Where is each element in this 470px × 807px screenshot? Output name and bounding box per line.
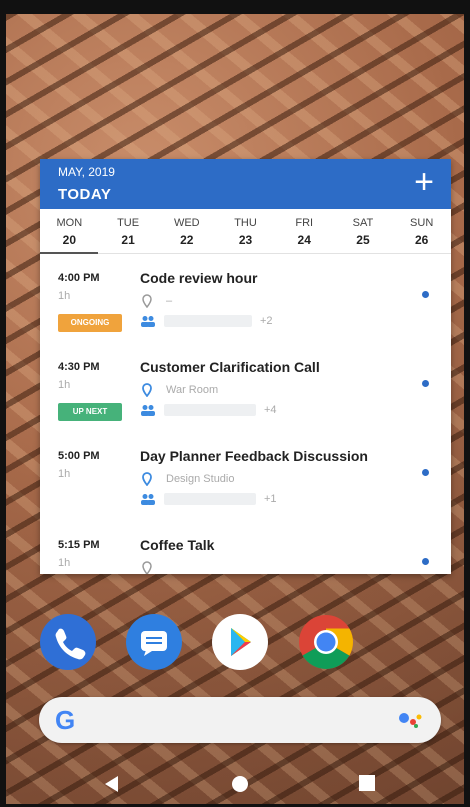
day-name: SUN	[410, 217, 434, 229]
day-sun[interactable]: SUN 26	[392, 209, 451, 253]
people-icon	[141, 494, 155, 505]
day-fri[interactable]: FRI 24	[275, 209, 334, 253]
calendar-color-dot	[422, 558, 429, 565]
phone-app[interactable]	[40, 614, 96, 670]
day-date: 20	[62, 233, 77, 247]
attendee-names-redacted	[164, 315, 252, 327]
event-item[interactable]: 4:00 PM 1h ONGOING Code review hour – +2	[40, 254, 451, 343]
event-attendees: +4	[140, 404, 277, 416]
calendar-color-dot	[422, 469, 429, 476]
event-time: 5:15 PM	[58, 539, 100, 551]
day-date: 23	[238, 233, 253, 247]
day-mon[interactable]: MON 20	[40, 209, 99, 253]
day-name: FRI	[295, 217, 314, 229]
extra-attendees: +1	[264, 493, 277, 505]
day-date: 26	[414, 233, 429, 247]
attendee-names-redacted	[164, 493, 256, 505]
phone-icon	[55, 628, 86, 660]
day-name: WED	[173, 217, 200, 229]
home-icon[interactable]	[230, 774, 250, 794]
status-badge: UP NEXT	[58, 403, 122, 421]
week-strip: MON 20 TUE 21 WED 22 THU 23 FRI 24 SAT 2…	[40, 209, 451, 254]
day-date: 21	[121, 233, 135, 247]
event-location	[140, 561, 166, 574]
day-tue[interactable]: TUE 21	[99, 209, 158, 253]
navigation-bar	[6, 764, 464, 804]
extra-attendees: +4	[264, 404, 277, 416]
chrome-icon	[299, 615, 354, 669]
event-title: Day Planner Feedback Discussion	[140, 448, 368, 464]
day-name: TUE	[117, 217, 140, 229]
people-icon	[141, 405, 155, 416]
people-icon	[141, 316, 155, 327]
event-location: War Room	[140, 383, 218, 397]
event-location: –	[140, 294, 172, 308]
event-duration: 1h	[58, 557, 71, 569]
event-duration: 1h	[58, 379, 71, 391]
event-item[interactable]: 5:00 PM 1h Day Planner Feedback Discussi…	[40, 432, 451, 521]
attendee-names-redacted	[164, 404, 256, 416]
day-name: SAT	[352, 217, 374, 229]
extra-attendees: +2	[260, 315, 273, 327]
day-name: THU	[234, 217, 257, 229]
app-dock	[6, 614, 464, 674]
google-logo: G	[55, 705, 76, 735]
month-label: MAY, 2019	[58, 165, 115, 179]
google-search-bar[interactable]: G	[39, 697, 441, 743]
location-pin-icon	[142, 383, 152, 397]
event-title: Customer Clarification Call	[140, 359, 320, 375]
day-sat[interactable]: SAT 25	[334, 209, 393, 253]
event-item[interactable]: 5:15 PM 1h Coffee Talk	[40, 521, 451, 574]
play-store-icon	[231, 628, 251, 656]
back-icon[interactable]	[102, 774, 120, 794]
messages-icon	[141, 631, 167, 656]
event-attendees: +2	[140, 315, 273, 327]
widget-header: MAY, 2019 TODAY +	[40, 159, 451, 209]
play-store-app[interactable]	[212, 614, 268, 670]
event-time: 4:30 PM	[58, 361, 100, 373]
google-assistant-icon[interactable]	[397, 711, 423, 729]
status-badge: ONGOING	[58, 314, 122, 332]
chrome-app[interactable]	[298, 614, 354, 670]
event-time: 5:00 PM	[58, 450, 100, 462]
home-screen: MAY, 2019 TODAY + MON 20 TUE 21 WED 22 T…	[6, 14, 464, 804]
messages-app[interactable]	[126, 614, 182, 670]
location-pin-icon	[142, 472, 152, 486]
recents-icon[interactable]	[358, 774, 376, 792]
event-duration: 1h	[58, 468, 71, 480]
event-item[interactable]: 4:30 PM 1h UP NEXT Customer Clarificatio…	[40, 343, 451, 432]
add-event-button[interactable]: +	[409, 165, 439, 199]
location-text: Design Studio	[166, 473, 235, 485]
day-wed[interactable]: WED 22	[157, 209, 216, 253]
event-title: Coffee Talk	[140, 537, 215, 553]
calendar-color-dot	[422, 380, 429, 387]
location-text: War Room	[166, 384, 219, 396]
event-title: Code review hour	[140, 270, 258, 286]
event-duration: 1h	[58, 290, 71, 302]
day-name: MON	[56, 217, 83, 229]
day-date: 25	[356, 233, 370, 247]
event-attendees: +1	[140, 493, 277, 505]
day-thu[interactable]: THU 23	[216, 209, 275, 253]
calendar-widget[interactable]: MAY, 2019 TODAY + MON 20 TUE 21 WED 22 T…	[40, 159, 451, 574]
event-time: 4:00 PM	[58, 272, 100, 284]
location-pin-icon	[142, 561, 152, 574]
day-date: 24	[297, 233, 311, 247]
calendar-color-dot	[422, 291, 429, 298]
day-date: 22	[180, 233, 194, 247]
event-location: Design Studio	[140, 472, 235, 486]
location-text: –	[166, 295, 173, 307]
today-button[interactable]: TODAY	[58, 186, 111, 203]
location-pin-icon	[142, 294, 152, 308]
